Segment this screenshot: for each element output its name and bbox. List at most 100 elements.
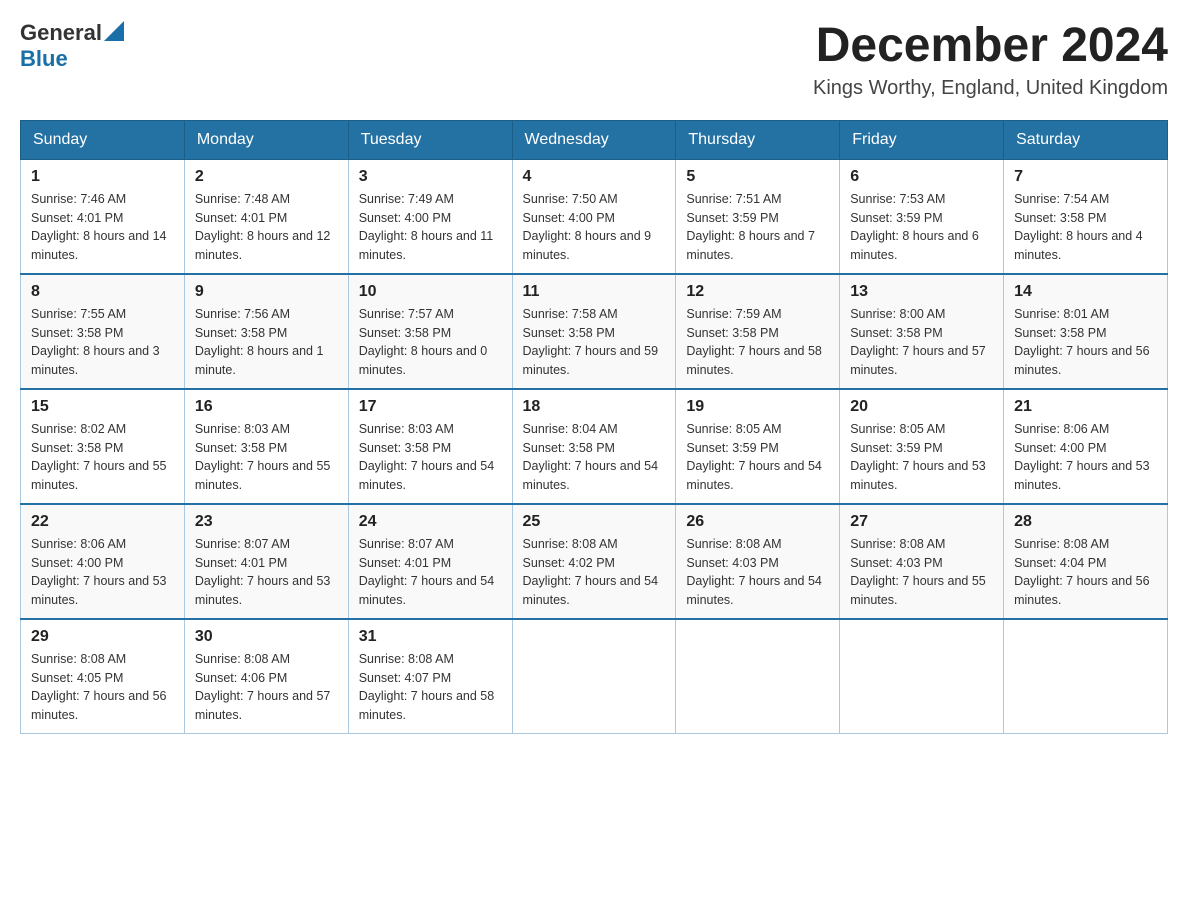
day-info: Sunrise: 7:53 AM Sunset: 3:59 PM Dayligh…	[850, 190, 993, 265]
day-info: Sunrise: 8:04 AM Sunset: 3:58 PM Dayligh…	[523, 420, 666, 495]
header-sunday: Sunday	[21, 120, 185, 159]
table-row: 16 Sunrise: 8:03 AM Sunset: 3:58 PM Dayl…	[184, 389, 348, 504]
day-info: Sunrise: 8:05 AM Sunset: 3:59 PM Dayligh…	[850, 420, 993, 495]
table-row: 19 Sunrise: 8:05 AM Sunset: 3:59 PM Dayl…	[676, 389, 840, 504]
day-info: Sunrise: 7:50 AM Sunset: 4:00 PM Dayligh…	[523, 190, 666, 265]
day-number: 25	[523, 513, 666, 531]
day-number: 6	[850, 168, 993, 186]
table-row: 31 Sunrise: 8:08 AM Sunset: 4:07 PM Dayl…	[348, 619, 512, 734]
table-row: 13 Sunrise: 8:00 AM Sunset: 3:58 PM Dayl…	[840, 274, 1004, 389]
table-row: 14 Sunrise: 8:01 AM Sunset: 3:58 PM Dayl…	[1004, 274, 1168, 389]
day-number: 30	[195, 628, 338, 646]
day-info: Sunrise: 7:54 AM Sunset: 3:58 PM Dayligh…	[1014, 190, 1157, 265]
day-info: Sunrise: 8:03 AM Sunset: 3:58 PM Dayligh…	[195, 420, 338, 495]
day-number: 28	[1014, 513, 1157, 531]
table-row	[1004, 619, 1168, 734]
day-number: 17	[359, 398, 502, 416]
calendar-week-3: 15 Sunrise: 8:02 AM Sunset: 3:58 PM Dayl…	[21, 389, 1168, 504]
table-row: 7 Sunrise: 7:54 AM Sunset: 3:58 PM Dayli…	[1004, 159, 1168, 274]
day-number: 24	[359, 513, 502, 531]
day-info: Sunrise: 7:48 AM Sunset: 4:01 PM Dayligh…	[195, 190, 338, 265]
day-info: Sunrise: 8:02 AM Sunset: 3:58 PM Dayligh…	[31, 420, 174, 495]
day-info: Sunrise: 7:56 AM Sunset: 3:58 PM Dayligh…	[195, 305, 338, 380]
table-row: 10 Sunrise: 7:57 AM Sunset: 3:58 PM Dayl…	[348, 274, 512, 389]
table-row: 6 Sunrise: 7:53 AM Sunset: 3:59 PM Dayli…	[840, 159, 1004, 274]
table-row: 22 Sunrise: 8:06 AM Sunset: 4:00 PM Dayl…	[21, 504, 185, 619]
day-info: Sunrise: 8:03 AM Sunset: 3:58 PM Dayligh…	[359, 420, 502, 495]
day-info: Sunrise: 8:05 AM Sunset: 3:59 PM Dayligh…	[686, 420, 829, 495]
table-row: 25 Sunrise: 8:08 AM Sunset: 4:02 PM Dayl…	[512, 504, 676, 619]
calendar-week-5: 29 Sunrise: 8:08 AM Sunset: 4:05 PM Dayl…	[21, 619, 1168, 734]
table-row: 8 Sunrise: 7:55 AM Sunset: 3:58 PM Dayli…	[21, 274, 185, 389]
day-info: Sunrise: 8:08 AM Sunset: 4:03 PM Dayligh…	[686, 535, 829, 610]
header-friday: Friday	[840, 120, 1004, 159]
day-number: 20	[850, 398, 993, 416]
table-row: 1 Sunrise: 7:46 AM Sunset: 4:01 PM Dayli…	[21, 159, 185, 274]
table-row: 11 Sunrise: 7:58 AM Sunset: 3:58 PM Dayl…	[512, 274, 676, 389]
table-row	[512, 619, 676, 734]
day-number: 10	[359, 283, 502, 301]
day-info: Sunrise: 7:59 AM Sunset: 3:58 PM Dayligh…	[686, 305, 829, 380]
table-row: 9 Sunrise: 7:56 AM Sunset: 3:58 PM Dayli…	[184, 274, 348, 389]
day-info: Sunrise: 8:08 AM Sunset: 4:04 PM Dayligh…	[1014, 535, 1157, 610]
logo-general-text: General	[20, 20, 102, 46]
table-row: 17 Sunrise: 8:03 AM Sunset: 3:58 PM Dayl…	[348, 389, 512, 504]
day-number: 2	[195, 168, 338, 186]
day-number: 16	[195, 398, 338, 416]
table-row: 27 Sunrise: 8:08 AM Sunset: 4:03 PM Dayl…	[840, 504, 1004, 619]
day-info: Sunrise: 8:08 AM Sunset: 4:05 PM Dayligh…	[31, 650, 174, 725]
table-row: 21 Sunrise: 8:06 AM Sunset: 4:00 PM Dayl…	[1004, 389, 1168, 504]
table-row: 23 Sunrise: 8:07 AM Sunset: 4:01 PM Dayl…	[184, 504, 348, 619]
table-row: 2 Sunrise: 7:48 AM Sunset: 4:01 PM Dayli…	[184, 159, 348, 274]
calendar-week-1: 1 Sunrise: 7:46 AM Sunset: 4:01 PM Dayli…	[21, 159, 1168, 274]
day-number: 27	[850, 513, 993, 531]
title-area: December 2024 Kings Worthy, England, Uni…	[813, 20, 1168, 100]
table-row: 3 Sunrise: 7:49 AM Sunset: 4:00 PM Dayli…	[348, 159, 512, 274]
day-number: 7	[1014, 168, 1157, 186]
day-info: Sunrise: 7:49 AM Sunset: 4:00 PM Dayligh…	[359, 190, 502, 265]
page-header: General Blue December 2024 Kings Worthy,…	[20, 20, 1168, 100]
table-row: 30 Sunrise: 8:08 AM Sunset: 4:06 PM Dayl…	[184, 619, 348, 734]
calendar-table: Sunday Monday Tuesday Wednesday Thursday…	[20, 120, 1168, 734]
day-info: Sunrise: 7:58 AM Sunset: 3:58 PM Dayligh…	[523, 305, 666, 380]
day-info: Sunrise: 8:01 AM Sunset: 3:58 PM Dayligh…	[1014, 305, 1157, 380]
day-info: Sunrise: 8:08 AM Sunset: 4:07 PM Dayligh…	[359, 650, 502, 725]
day-info: Sunrise: 7:57 AM Sunset: 3:58 PM Dayligh…	[359, 305, 502, 380]
logo: General Blue	[20, 20, 124, 72]
day-number: 31	[359, 628, 502, 646]
day-number: 21	[1014, 398, 1157, 416]
day-number: 13	[850, 283, 993, 301]
header-thursday: Thursday	[676, 120, 840, 159]
table-row: 4 Sunrise: 7:50 AM Sunset: 4:00 PM Dayli…	[512, 159, 676, 274]
day-number: 12	[686, 283, 829, 301]
header-monday: Monday	[184, 120, 348, 159]
day-info: Sunrise: 8:08 AM Sunset: 4:06 PM Dayligh…	[195, 650, 338, 725]
table-row: 28 Sunrise: 8:08 AM Sunset: 4:04 PM Dayl…	[1004, 504, 1168, 619]
day-info: Sunrise: 7:46 AM Sunset: 4:01 PM Dayligh…	[31, 190, 174, 265]
table-row	[840, 619, 1004, 734]
table-row: 29 Sunrise: 8:08 AM Sunset: 4:05 PM Dayl…	[21, 619, 185, 734]
day-info: Sunrise: 7:55 AM Sunset: 3:58 PM Dayligh…	[31, 305, 174, 380]
day-number: 19	[686, 398, 829, 416]
logo-triangle-icon	[104, 21, 124, 41]
table-row: 24 Sunrise: 8:07 AM Sunset: 4:01 PM Dayl…	[348, 504, 512, 619]
day-number: 1	[31, 168, 174, 186]
day-number: 26	[686, 513, 829, 531]
location-text: Kings Worthy, England, United Kingdom	[813, 77, 1168, 100]
month-title: December 2024	[813, 20, 1168, 73]
calendar-week-2: 8 Sunrise: 7:55 AM Sunset: 3:58 PM Dayli…	[21, 274, 1168, 389]
day-number: 8	[31, 283, 174, 301]
table-row: 20 Sunrise: 8:05 AM Sunset: 3:59 PM Dayl…	[840, 389, 1004, 504]
header-wednesday: Wednesday	[512, 120, 676, 159]
table-row: 18 Sunrise: 8:04 AM Sunset: 3:58 PM Dayl…	[512, 389, 676, 504]
day-number: 23	[195, 513, 338, 531]
table-row: 12 Sunrise: 7:59 AM Sunset: 3:58 PM Dayl…	[676, 274, 840, 389]
day-info: Sunrise: 8:07 AM Sunset: 4:01 PM Dayligh…	[359, 535, 502, 610]
table-row	[676, 619, 840, 734]
header-tuesday: Tuesday	[348, 120, 512, 159]
day-info: Sunrise: 8:06 AM Sunset: 4:00 PM Dayligh…	[1014, 420, 1157, 495]
day-number: 3	[359, 168, 502, 186]
day-number: 22	[31, 513, 174, 531]
day-info: Sunrise: 8:07 AM Sunset: 4:01 PM Dayligh…	[195, 535, 338, 610]
table-row: 5 Sunrise: 7:51 AM Sunset: 3:59 PM Dayli…	[676, 159, 840, 274]
